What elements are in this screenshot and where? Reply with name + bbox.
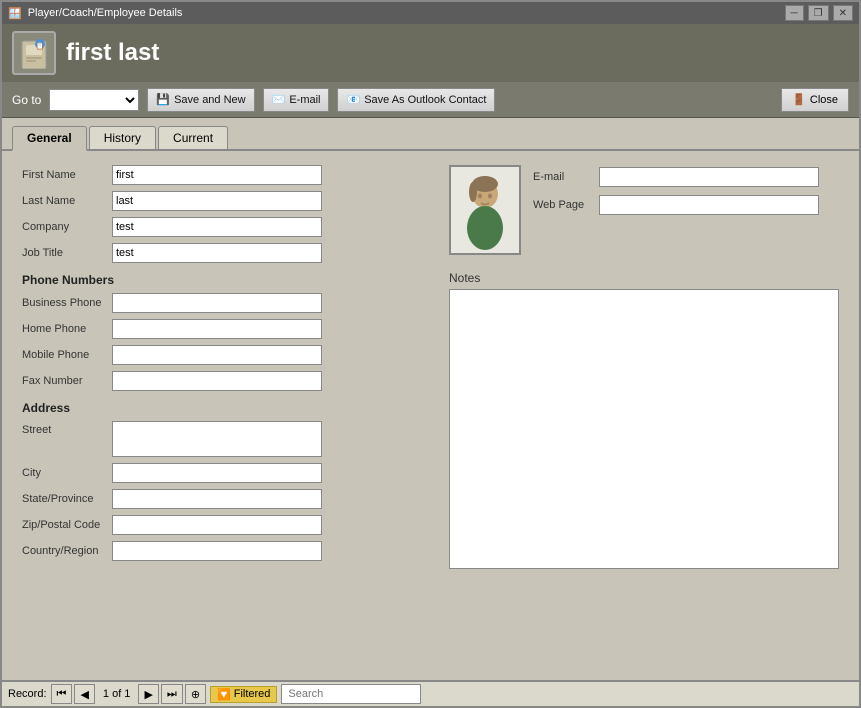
country-input[interactable] <box>112 541 322 561</box>
home-phone-input[interactable] <box>112 319 322 339</box>
tab-history[interactable]: History <box>89 126 156 149</box>
email-input[interactable] <box>599 167 819 187</box>
company-label: Company <box>22 221 112 233</box>
address-section-title: Address <box>22 401 429 415</box>
close-button[interactable]: 🚪 Close <box>781 88 849 112</box>
state-label: State/Province <box>22 493 112 505</box>
filtered-label: Filtered <box>234 688 271 700</box>
zip-label: Zip/Postal Code <box>22 519 112 531</box>
tab-general[interactable]: General <box>12 126 87 151</box>
country-row: Country/Region <box>22 541 429 561</box>
fax-number-input[interactable] <box>112 371 322 391</box>
title-bar-controls: ─ ❐ ✕ <box>785 5 853 21</box>
email-field-label: E-mail <box>533 171 593 183</box>
form-section: First Name Last Name Company Job Title P… <box>22 165 839 569</box>
mobile-phone-label: Mobile Phone <box>22 349 112 361</box>
first-name-row: First Name <box>22 165 429 185</box>
record-count: 1 of 1 <box>97 688 137 700</box>
web-page-input[interactable] <box>599 195 819 215</box>
business-phone-row: Business Phone <box>22 293 429 313</box>
first-name-label: First Name <box>22 169 112 181</box>
content-area: First Name Last Name Company Job Title P… <box>2 151 859 680</box>
notes-label: Notes <box>449 271 839 285</box>
main-window: 🪟 Player/Coach/Employee Details ─ ❐ ✕ 📋 … <box>0 0 861 708</box>
save-new-icon: 💾 <box>156 93 170 106</box>
mobile-phone-input[interactable] <box>112 345 322 365</box>
header-title: first last <box>66 39 159 67</box>
window-title: Player/Coach/Employee Details <box>28 7 183 19</box>
mobile-phone-row: Mobile Phone <box>22 345 429 365</box>
title-bar-icon: 🪟 <box>8 7 22 20</box>
save-new-button[interactable]: 💾 Save and New <box>147 88 254 112</box>
email-row: E-mail <box>533 167 819 187</box>
filtered-icon: 🔽 <box>217 688 231 701</box>
street-input[interactable] <box>112 421 322 457</box>
tab-current[interactable]: Current <box>158 126 228 149</box>
svg-text:📋: 📋 <box>36 41 45 50</box>
restore-button[interactable]: ❐ <box>808 5 829 21</box>
left-panel: First Name Last Name Company Job Title P… <box>22 165 429 569</box>
first-record-button[interactable]: ⏮ <box>51 684 73 704</box>
job-title-row: Job Title <box>22 243 429 263</box>
outlook-icon: 📧 <box>346 93 360 106</box>
title-bar-left: 🪟 Player/Coach/Employee Details <box>8 7 182 20</box>
prev-record-button[interactable]: ◀ <box>74 684 94 704</box>
state-input[interactable] <box>112 489 322 509</box>
first-name-input[interactable] <box>112 165 322 185</box>
city-row: City <box>22 463 429 483</box>
save-outlook-button[interactable]: 📧 Save As Outlook Contact <box>337 88 495 112</box>
last-name-row: Last Name <box>22 191 429 211</box>
phone-section-title: Phone Numbers <box>22 273 429 287</box>
new-record-button[interactable]: ⊕ <box>185 684 206 704</box>
last-name-label: Last Name <box>22 195 112 207</box>
notes-textarea[interactable] <box>449 289 839 569</box>
right-panel: E-mail Web Page Notes <box>449 165 839 569</box>
tabs-bar: General History Current <box>2 118 859 151</box>
zip-row: Zip/Postal Code <box>22 515 429 535</box>
state-row: State/Province <box>22 489 429 509</box>
header-bar: 📋 first last <box>2 24 859 82</box>
street-label: Street <box>22 424 112 436</box>
fax-number-row: Fax Number <box>22 371 429 391</box>
next-record-button[interactable]: ▶ <box>138 684 158 704</box>
email-icon: ✉️ <box>272 93 286 106</box>
notes-area: Notes <box>449 271 839 569</box>
web-page-label: Web Page <box>533 199 593 211</box>
street-row: Street <box>22 421 429 457</box>
job-title-label: Job Title <box>22 247 112 259</box>
minimize-button[interactable]: ─ <box>785 5 804 21</box>
city-label: City <box>22 467 112 479</box>
country-label: Country/Region <box>22 545 112 557</box>
search-input[interactable] <box>281 684 421 704</box>
photo-box <box>449 165 521 255</box>
last-name-input[interactable] <box>112 191 322 211</box>
web-page-row: Web Page <box>533 195 819 215</box>
home-phone-label: Home Phone <box>22 323 112 335</box>
header-icon: 📋 <box>12 31 56 75</box>
right-top: E-mail Web Page <box>449 165 819 261</box>
email-button[interactable]: ✉️ E-mail <box>263 88 330 112</box>
company-input[interactable] <box>112 217 322 237</box>
email-web-section: E-mail Web Page <box>533 167 819 219</box>
title-bar: 🪟 Player/Coach/Employee Details ─ ❐ ✕ <box>2 2 859 24</box>
toolbar: Go to 💾 Save and New ✉️ E-mail 📧 Save As… <box>2 82 859 118</box>
home-phone-row: Home Phone <box>22 319 429 339</box>
record-label: Record: <box>8 688 47 700</box>
record-nav: ⏮ ◀ 1 of 1 ▶ ⏭ ⊕ <box>51 684 207 704</box>
business-phone-input[interactable] <box>112 293 322 313</box>
job-title-input[interactable] <box>112 243 322 263</box>
fax-number-label: Fax Number <box>22 375 112 387</box>
zip-input[interactable] <box>112 515 322 535</box>
company-row: Company <box>22 217 429 237</box>
business-phone-label: Business Phone <box>22 297 112 309</box>
goto-label: Go to <box>12 93 41 107</box>
goto-select[interactable] <box>49 89 139 111</box>
filtered-badge: 🔽 Filtered <box>210 686 277 703</box>
city-input[interactable] <box>112 463 322 483</box>
close-icon: 🚪 <box>792 93 806 106</box>
last-record-button[interactable]: ⏭ <box>161 684 183 704</box>
status-bar: Record: ⏮ ◀ 1 of 1 ▶ ⏭ ⊕ 🔽 Filtered <box>2 680 859 706</box>
close-window-button[interactable]: ✕ <box>833 5 853 21</box>
